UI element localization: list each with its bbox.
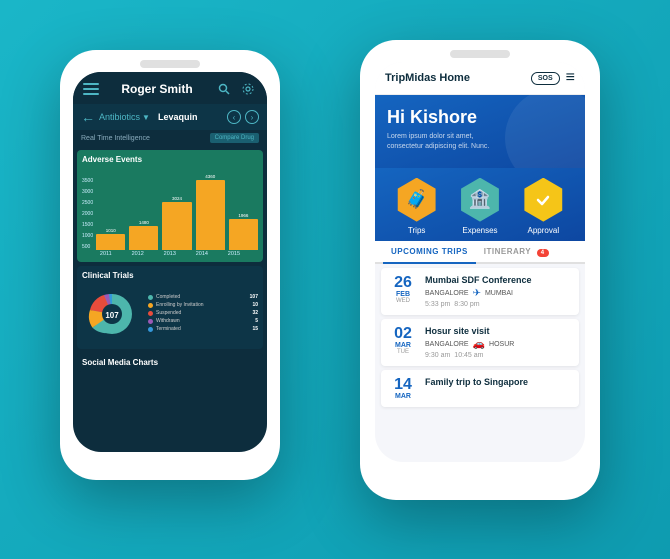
left-phone: Roger Smith ← Antibiotics ▼ Levaquin ‹ › xyxy=(60,50,280,480)
approval-label: Approval xyxy=(528,226,560,235)
trip-name: Family trip to Singapore xyxy=(425,377,571,387)
trip-list: 26 FEB WED Mumbai SDF Conference BANGALO… xyxy=(375,268,585,407)
expenses-label: Expenses xyxy=(462,226,497,235)
next-button[interactable]: › xyxy=(245,110,259,124)
right-phone-screen: TripMidas Home SOS ≡ Hi Kishore Lorem ip… xyxy=(375,62,585,462)
expenses-icon[interactable]: 🏦 Expenses xyxy=(458,178,502,235)
trips-label: Trips xyxy=(408,226,425,235)
trip-day: 02 xyxy=(389,326,417,342)
route-to: MUMBAI xyxy=(485,290,513,297)
trip-day: 26 xyxy=(389,275,417,291)
trip-name: Mumbai SDF Conference xyxy=(425,275,571,285)
route-arrow-icon: 🚗 xyxy=(473,339,485,350)
rti-bar: Real Time Intelligence Compare Drug xyxy=(73,130,267,146)
route-arrow-icon: ✈ xyxy=(473,288,481,299)
chart2-title: Clinical Trials xyxy=(82,271,258,280)
menu-icon[interactable]: ≡ xyxy=(566,69,575,87)
bar-2011 xyxy=(96,234,125,250)
nav-arrows: ‹ › xyxy=(227,110,259,124)
trip-time-start: 9:30 am xyxy=(425,352,450,359)
bar-2012 xyxy=(129,226,158,250)
trip-time-end: 8:30 pm xyxy=(454,301,479,308)
sos-button[interactable]: SOS xyxy=(531,72,560,85)
route-to: HOSUR xyxy=(489,341,514,348)
left-phone-screen: Roger Smith ← Antibiotics ▼ Levaquin ‹ › xyxy=(73,72,267,452)
trip-month: MAR xyxy=(389,342,417,349)
user-name: Roger Smith xyxy=(121,82,192,96)
adverse-events-chart: Adverse Events 3500 3000 2500 2000 1500 … xyxy=(77,150,263,262)
prev-button[interactable]: ‹ xyxy=(227,110,241,124)
left-nav: ← Antibiotics ▼ Levaquin ‹ › xyxy=(73,104,267,130)
trip-date: 26 FEB WED xyxy=(389,275,417,304)
trip-day: 14 xyxy=(389,377,417,393)
trip-time-start: 5:33 pm xyxy=(425,301,450,308)
trip-weekday: TUE xyxy=(389,349,417,355)
approval-icon[interactable]: Approval xyxy=(521,178,565,235)
svg-text:107: 107 xyxy=(105,311,119,320)
left-phone-notch xyxy=(140,60,200,68)
bar-2014 xyxy=(196,180,225,250)
left-header: Roger Smith xyxy=(73,72,267,104)
social-media-section: Social Media Charts xyxy=(77,353,263,372)
route-from: BANGALORE xyxy=(425,341,469,348)
hero-section: Hi Kishore Lorem ipsum dolor sit amet, c… xyxy=(375,95,585,168)
chart3-title: Social Media Charts xyxy=(82,358,258,367)
right-header: TripMidas Home SOS ≡ xyxy=(375,62,585,95)
trip-month: MAR xyxy=(389,393,417,400)
trip-route: BANGALORE ✈ MUMBAI xyxy=(425,288,571,299)
header-icons xyxy=(215,80,257,98)
compare-drug-button[interactable]: Compare Drug xyxy=(210,133,259,143)
trip-item[interactable]: 26 FEB WED Mumbai SDF Conference BANGALO… xyxy=(381,268,579,315)
trip-date: 02 MAR TUE xyxy=(389,326,417,355)
trip-date: 14 MAR xyxy=(389,377,417,400)
trip-info: Hosur site visit BANGALORE 🚗 HOSUR 9:30 … xyxy=(425,326,571,359)
trip-item[interactable]: 14 MAR Family trip to Singapore xyxy=(381,370,579,407)
right-phone: TripMidas Home SOS ≡ Hi Kishore Lorem ip… xyxy=(360,40,600,500)
back-button[interactable]: ← xyxy=(81,109,95,125)
hamburger-icon[interactable] xyxy=(83,83,99,95)
nav-active-item: Levaquin xyxy=(158,112,198,122)
settings-icon[interactable] xyxy=(239,80,257,98)
trip-item[interactable]: 02 MAR TUE Hosur site visit BANGALORE 🚗 … xyxy=(381,319,579,366)
action-icons-row: 🧳 Trips 🏦 Expenses Approval xyxy=(375,168,585,241)
bar-2013 xyxy=(162,202,191,250)
itinerary-badge: 4 xyxy=(537,249,549,257)
nav-section: Antibiotics ▼ xyxy=(99,112,150,122)
search-icon[interactable] xyxy=(215,80,233,98)
dropdown-icon[interactable]: ▼ xyxy=(142,113,150,122)
app-title: TripMidas Home xyxy=(385,72,470,84)
pie-content: 107 Completed107 Enrolling by Invitation… xyxy=(82,284,258,344)
trip-route: BANGALORE 🚗 HOSUR xyxy=(425,339,571,350)
pie-chart: 107 xyxy=(82,284,142,344)
hero-greeting: Hi Kishore xyxy=(387,107,573,128)
tab-itinerary[interactable]: ITINERARY 4 xyxy=(476,241,557,264)
trips-tabs: UPCOMING TRIPS ITINERARY 4 xyxy=(375,241,585,264)
trip-info: Family trip to Singapore xyxy=(425,377,571,390)
trip-month: FEB xyxy=(389,291,417,298)
trip-weekday: WED xyxy=(389,298,417,304)
trip-time-end: 10:45 am xyxy=(454,352,483,359)
bar-2015 xyxy=(229,219,258,250)
route-from: BANGALORE xyxy=(425,290,469,297)
rti-label: Real Time Intelligence xyxy=(81,135,150,142)
trip-name: Hosur site visit xyxy=(425,326,571,336)
hero-subtitle: Lorem ipsum dolor sit amet, consectetur … xyxy=(387,132,507,152)
tab-upcoming-trips[interactable]: UPCOMING TRIPS xyxy=(383,241,476,264)
chart1-title: Adverse Events xyxy=(82,155,258,164)
trips-icon[interactable]: 🧳 Trips xyxy=(395,178,439,235)
right-phone-notch xyxy=(450,50,510,58)
pie-legend: Completed107 Enrolling by Invitation10 S… xyxy=(148,294,258,334)
trip-info: Mumbai SDF Conference BANGALORE ✈ MUMBAI… xyxy=(425,275,571,308)
clinical-trials-chart: Clinical Trials 107 xyxy=(77,266,263,349)
